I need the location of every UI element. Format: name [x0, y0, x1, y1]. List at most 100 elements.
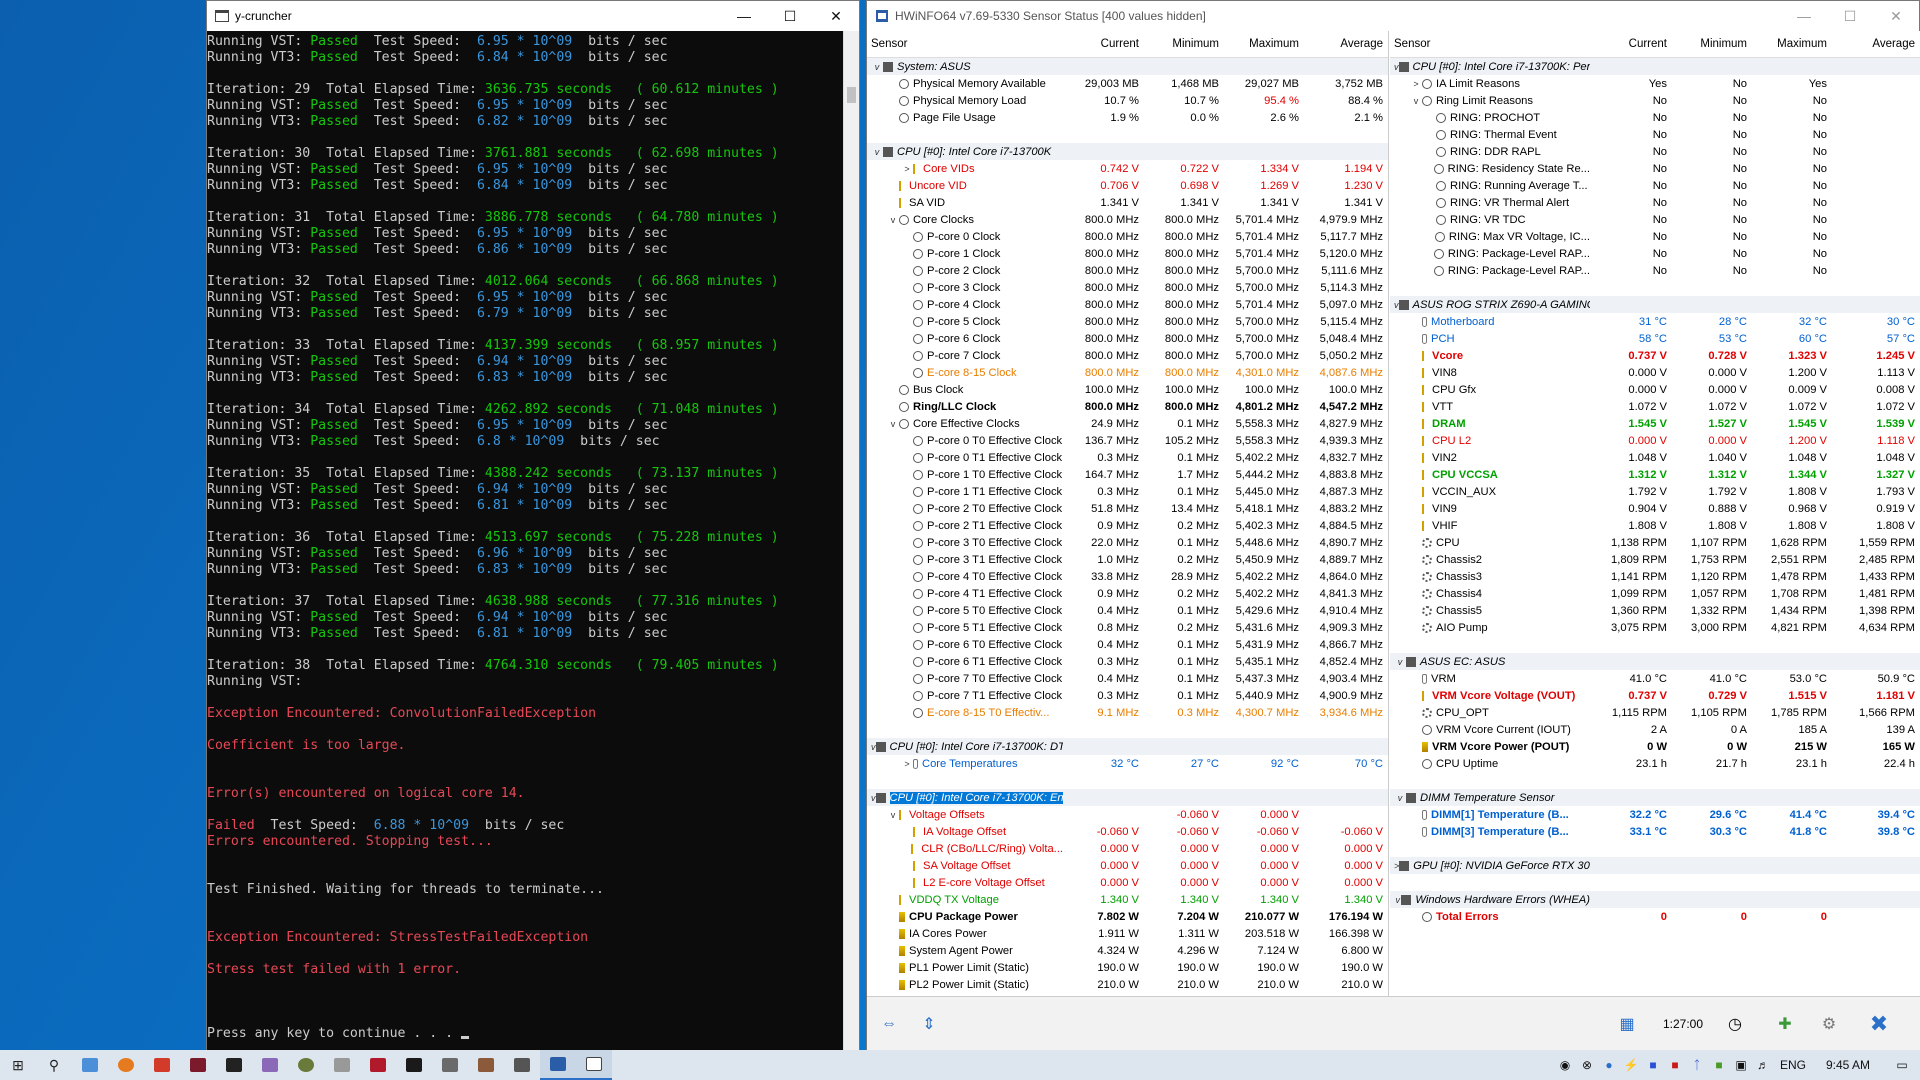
close-x-icon[interactable]: ✖: [1861, 1007, 1897, 1041]
collapse-chevron-icon[interactable]: v: [1410, 96, 1422, 106]
search-icon[interactable]: ⚲: [36, 1050, 72, 1080]
maximize-button[interactable]: ☐: [1827, 1, 1873, 31]
collapse-chevron-icon[interactable]: v: [887, 419, 899, 429]
sensor-row[interactable]: DRAM 1.545 V 1.527 V 1.545 V 1.539 V: [1390, 415, 1920, 432]
sensor-row[interactable]: SA VID 1.341 V 1.341 V 1.341 V 1.341 V: [867, 194, 1388, 211]
hwinfo-window[interactable]: HWiNFO64 v7.69-5330 Sensor Status [400 v…: [866, 0, 1920, 1051]
sensor-row[interactable]: P-core 2 T0 Effective Clock 51.8 MHz 13.4 …: [867, 500, 1388, 517]
taskbar-app-icon[interactable]: [144, 1050, 180, 1080]
sensor-row[interactable]: RING: Max VR Voltage, IC... No No No: [1390, 228, 1920, 245]
sensor-group-header[interactable]: v System: ASUS: [867, 58, 1388, 75]
sensor-row[interactable]: RING: VR Thermal Alert No No No: [1390, 194, 1920, 211]
sensor-group-header[interactable]: v ASUS EC: ASUS: [1390, 653, 1920, 670]
column-header-maximum[interactable]: Maximum: [1223, 38, 1303, 50]
sensor-row[interactable]: CPU 1,138 RPM 1,107 RPM 1,628 RPM 1,559 RPM: [1390, 534, 1920, 551]
column-header-sensor[interactable]: Sensor: [867, 38, 1063, 50]
close-button[interactable]: ✕: [1873, 1, 1919, 31]
column-header-average[interactable]: Average: [1831, 38, 1919, 50]
taskbar-app-icon[interactable]: [432, 1050, 468, 1080]
taskbar-app-icon[interactable]: [504, 1050, 540, 1080]
clock-reset-icon[interactable]: ◷: [1717, 1007, 1753, 1041]
minimize-button[interactable]: —: [1781, 1, 1827, 31]
collapse-chevron-icon[interactable]: v: [887, 810, 899, 820]
sensor-row[interactable]: PL1 Power Limit (Static) 190.0 W 190.0 W 19…: [867, 959, 1388, 976]
sensor-group-header[interactable]: vCPU [#0]: Intel Core i7-13700K: Enhance…: [867, 789, 1388, 806]
sensor-row[interactable]: E-core 8-15 T0 Effectiv... 9.1 MHz 0.3 MHz…: [867, 704, 1388, 721]
column-header-current[interactable]: Current: [1063, 38, 1143, 50]
sensor-row[interactable]: > Core VIDs 0.742 V 0.722 V 1.334 V 1.194 V: [867, 160, 1388, 177]
sensor-group-header[interactable]: vASUS ROG STRIX Z690-A GAMING WIFI D4 (N…: [1390, 296, 1920, 313]
sensor-row[interactable]: VRM 41.0 °C 41.0 °C 53.0 °C 50.9 °C: [1390, 670, 1920, 687]
close-button[interactable]: ✕: [813, 1, 859, 31]
sensor-row[interactable]: Vcore 0.737 V 0.728 V 1.323 V 1.245 V: [1390, 347, 1920, 364]
sensor-row[interactable]: P-core 0 T0 Effective Clock 136.7 MHz 105.…: [867, 432, 1388, 449]
sensor-row[interactable]: P-core 0 Clock 800.0 MHz 800.0 MHz 5,701.4 …: [867, 228, 1388, 245]
taskbar-app-icon[interactable]: [72, 1050, 108, 1080]
sensor-group-header[interactable]: v CPU [#0]: Intel Core i7-13700K: [867, 143, 1388, 160]
sensor-row[interactable]: P-core 4 Clock 800.0 MHz 800.0 MHz 5,701.4 …: [867, 296, 1388, 313]
sensor-row[interactable]: VTT 1.072 V 1.072 V 1.072 V 1.072 V: [1390, 398, 1920, 415]
sensor-row[interactable]: v Core Effective Clocks 24.9 MHz 0.1 MHz 5,5…: [867, 415, 1388, 432]
tray-app-icon[interactable]: ■: [1642, 1058, 1664, 1072]
sensor-row[interactable]: CPU Package Power 7.802 W 7.204 W 210.077 W…: [867, 908, 1388, 925]
sensor-row[interactable]: RING: Package-Level RAP... No No No: [1390, 262, 1920, 279]
start-icon[interactable]: ⊞: [0, 1050, 36, 1080]
taskbar-app-icon[interactable]: [288, 1050, 324, 1080]
sensor-row[interactable]: VIN9 0.904 V 0.888 V 0.968 V 0.919 V: [1390, 500, 1920, 517]
sensor-row[interactable]: v Voltage Offsets -0.060 V 0.000 V: [867, 806, 1388, 823]
sensor-row[interactable]: Uncore VID 0.706 V 0.698 V 1.269 V 1.230 V: [867, 177, 1388, 194]
log-add-icon[interactable]: ✚: [1767, 1007, 1803, 1041]
taskbar-hwinfo[interactable]: [540, 1050, 576, 1080]
column-header-average[interactable]: Average: [1303, 38, 1387, 50]
sensor-row[interactable]: AIO Pump 3,075 RPM 3,000 RPM 4,821 RPM 4,634…: [1390, 619, 1920, 636]
sensor-row[interactable]: L2 E-core Voltage Offset 0.000 V 0.000 V 0.…: [867, 874, 1388, 891]
sensor-row[interactable]: RING: VR TDC No No No: [1390, 211, 1920, 228]
sensor-row[interactable]: CPU_OPT 1,115 RPM 1,105 RPM 1,785 RPM 1,566 …: [1390, 704, 1920, 721]
sensor-row[interactable]: > IA Limit Reasons Yes No Yes: [1390, 75, 1920, 92]
sensor-row[interactable]: P-core 6 Clock 800.0 MHz 800.0 MHz 5,700.0 …: [867, 330, 1388, 347]
sensor-row[interactable]: P-core 1 T0 Effective Clock 164.7 MHz 1.7 …: [867, 466, 1388, 483]
sensor-row[interactable]: PL2 Power Limit (Static) 210.0 W 210.0 W 21…: [867, 976, 1388, 993]
sensor-row[interactable]: P-core 4 T0 Effective Clock 33.8 MHz 28.9 …: [867, 568, 1388, 585]
sensor-row[interactable]: CPU VCCSA 1.312 V 1.312 V 1.344 V 1.327 V: [1390, 466, 1920, 483]
sensor-row[interactable]: RING: Package-Level RAP... No No No: [1390, 245, 1920, 262]
sensor-row[interactable]: P-core 0 T1 Effective Clock 0.3 MHz 0.1 MH…: [867, 449, 1388, 466]
sensor-row[interactable]: VIN8 0.000 V 0.000 V 1.200 V 1.113 V: [1390, 364, 1920, 381]
sensor-row[interactable]: P-core 1 T1 Effective Clock 0.3 MHz 0.1 MH…: [867, 483, 1388, 500]
sensor-row[interactable]: P-core 1 Clock 800.0 MHz 800.0 MHz 5,701.4 …: [867, 245, 1388, 262]
sensor-row[interactable]: SA Voltage Offset 0.000 V 0.000 V 0.000 V 0.…: [867, 857, 1388, 874]
sensor-row[interactable]: PCH 58 °C 53 °C 60 °C 57 °C: [1390, 330, 1920, 347]
sensor-row[interactable]: v Core Clocks 800.0 MHz 800.0 MHz 5,701.4 MH…: [867, 211, 1388, 228]
taskbar-console[interactable]: [576, 1050, 612, 1080]
sensor-group-header[interactable]: v CPU [#0]: Intel Core i7-13700K: DTS: [867, 738, 1388, 755]
collapse-chevron-icon[interactable]: v: [1394, 657, 1406, 667]
sensor-row[interactable]: P-core 6 T0 Effective Clock 0.4 MHz 0.1 MH…: [867, 636, 1388, 653]
sensor-row[interactable]: VRM Vcore Power (POUT) 0 W 0 W 215 W 165 W: [1390, 738, 1920, 755]
collapse-arrows-icon[interactable]: ⇕: [911, 1007, 947, 1041]
sensor-row[interactable]: DIMM[3] Temperature (B... 33.1 °C 30.3 °C 4…: [1390, 823, 1920, 840]
network-tray-icon[interactable]: ▣: [1730, 1058, 1752, 1072]
sensor-row[interactable]: Chassis2 1,809 RPM 1,753 RPM 2,551 RPM 2,485…: [1390, 551, 1920, 568]
sensor-row[interactable]: Chassis3 1,141 RPM 1,120 RPM 1,478 RPM 1,433…: [1390, 568, 1920, 585]
sensor-row[interactable]: RING: Running Average T... No No No: [1390, 177, 1920, 194]
scrollbar-thumb[interactable]: [847, 87, 856, 103]
console-scrollbar[interactable]: [843, 31, 859, 1051]
sensor-row[interactable]: CPU Uptime 23.1 h 21.7 h 23.1 h 22.4 h: [1390, 755, 1920, 772]
sensor-row[interactable]: P-core 4 T1 Effective Clock 0.9 MHz 0.2 MH…: [867, 585, 1388, 602]
sensor-pane-left[interactable]: Sensor Current Minimum Maximum Average v Syste…: [867, 31, 1389, 996]
expand-chevron-icon[interactable]: >: [1410, 79, 1422, 89]
sensor-row[interactable]: P-core 3 T1 Effective Clock 1.0 MHz 0.2 MH…: [867, 551, 1388, 568]
sensor-row[interactable]: P-core 3 T0 Effective Clock 22.0 MHz 0.1 M…: [867, 534, 1388, 551]
collapse-chevron-icon[interactable]: v: [887, 215, 899, 225]
collapse-chevron-icon[interactable]: v: [871, 147, 883, 157]
taskbar-app-icon[interactable]: [180, 1050, 216, 1080]
expand-chevron-icon[interactable]: >: [901, 759, 913, 769]
sensor-group-header[interactable]: v Windows Hardware Errors (WHEA): [1390, 891, 1920, 908]
sensor-row[interactable]: P-core 7 T1 Effective Clock 0.3 MHz 0.1 MH…: [867, 687, 1388, 704]
sensor-row[interactable]: > Core Temperatures 32 °C 27 °C 92 °C 70 °C: [867, 755, 1388, 772]
xbox-icon[interactable]: ⊗: [1576, 1058, 1598, 1072]
sensor-row[interactable]: IA Voltage Offset -0.060 V -0.060 V -0.060 …: [867, 823, 1388, 840]
sensor-row[interactable]: Bus Clock 100.0 MHz 100.0 MHz 100.0 MHz 100.…: [867, 381, 1388, 398]
column-header-maximum[interactable]: Maximum: [1751, 38, 1831, 50]
hwinfo-titlebar[interactable]: HWiNFO64 v7.69-5330 Sensor Status [400 v…: [867, 1, 1919, 31]
